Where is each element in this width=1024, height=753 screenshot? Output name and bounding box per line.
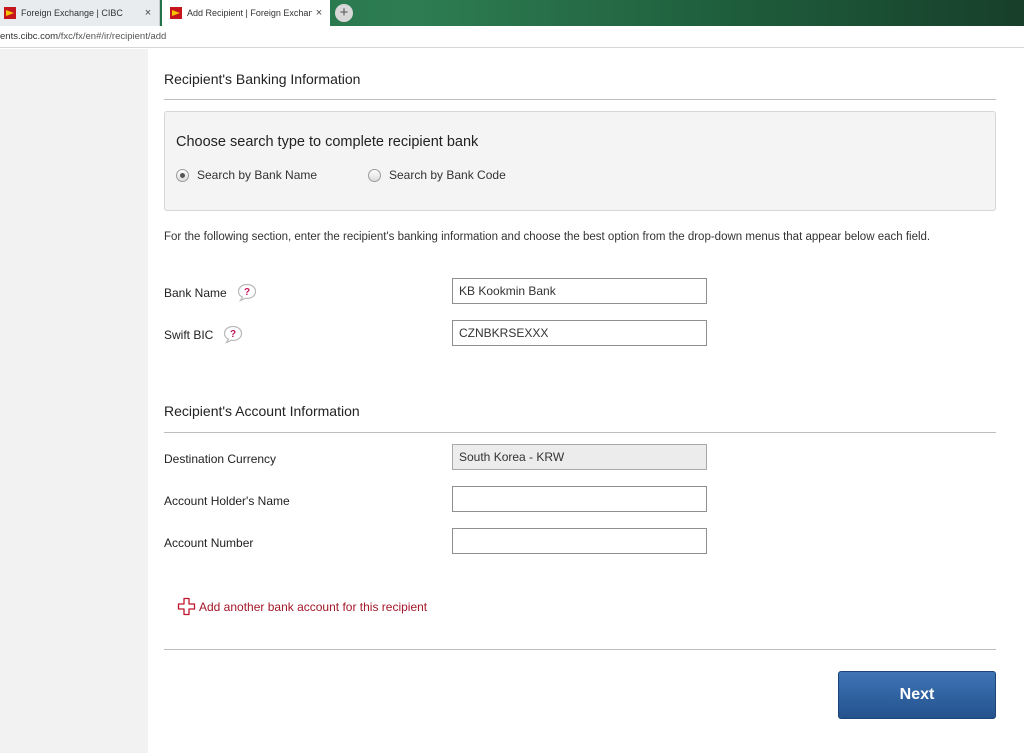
section-divider (164, 99, 996, 100)
close-icon[interactable]: × (312, 7, 326, 19)
account-number-label: Account Number (164, 536, 254, 550)
instructions-text: For the following section, enter the rec… (164, 231, 931, 243)
radio-icon[interactable] (176, 168, 189, 182)
tab-add-recipient[interactable]: Add Recipient | Foreign Exchange × (162, 0, 330, 26)
bank-name-field[interactable]: KB Kookmin Bank (452, 278, 707, 304)
svg-text:?: ? (244, 287, 250, 298)
tab-label: Foreign Exchange | CIBC (21, 8, 123, 18)
help-icon[interactable]: ? (236, 283, 258, 302)
svg-text:?: ? (230, 329, 236, 340)
radio-icon[interactable] (368, 168, 381, 182)
swift-bic-label: Swift BIC ? (164, 325, 244, 344)
address-bar[interactable]: ents.cibc.com/fxc/fx/en#/ir/recipient/ad… (0, 26, 1024, 48)
tab-label: Add Recipient | Foreign Exchange (187, 8, 312, 18)
add-bank-account-label: Add another bank account for this recipi… (199, 599, 428, 614)
bank-name-label-text: Bank Name (164, 285, 227, 300)
radio-search-by-bank-name[interactable]: Search by Bank Name (176, 168, 317, 182)
url-path: /fxc/fx/en#/ir/recipient/add (58, 31, 167, 42)
radio-label: Search by Bank Code (389, 168, 506, 182)
add-bank-account-link[interactable]: Add another bank account for this recipi… (177, 597, 427, 616)
account-holder-name-field[interactable] (452, 486, 707, 512)
banking-section-title: Recipient's Banking Information (164, 71, 361, 87)
tab-foreign-exchange[interactable]: Foreign Exchange | CIBC × (0, 0, 160, 26)
account-section-title: Recipient's Account Information (164, 403, 360, 419)
cibc-logo-icon (4, 7, 16, 19)
new-tab-icon[interactable]: + (335, 4, 353, 22)
cibc-logo-icon (170, 7, 182, 19)
bank-name-label: Bank Name ? (164, 283, 258, 302)
destination-currency-field: South Korea - KRW (452, 444, 707, 470)
url-domain: ents.cibc.com (0, 31, 59, 42)
account-holder-name-label: Account Holder's Name (164, 494, 290, 508)
swift-bic-label-text: Swift BIC (164, 327, 214, 342)
account-number-field[interactable] (452, 528, 707, 554)
close-icon[interactable]: × (141, 7, 155, 19)
left-gutter (0, 49, 148, 753)
destination-currency-label: Destination Currency (164, 452, 277, 466)
section-divider (164, 432, 996, 433)
help-icon[interactable]: ? (222, 325, 244, 344)
swift-bic-field[interactable]: CZNBKRSEXXX (452, 320, 707, 346)
browser-tab-bar: Foreign Exchange | CIBC × Add Recipient … (0, 0, 1024, 26)
radio-search-by-bank-code[interactable]: Search by Bank Code (368, 168, 506, 182)
search-type-panel: Choose search type to complete recipient… (164, 111, 996, 211)
next-button[interactable]: Next (838, 671, 996, 719)
radio-label: Search by Bank Name (197, 168, 318, 182)
search-type-heading: Choose search type to complete recipient… (176, 134, 479, 150)
section-divider (164, 649, 996, 650)
plus-icon (177, 597, 196, 616)
